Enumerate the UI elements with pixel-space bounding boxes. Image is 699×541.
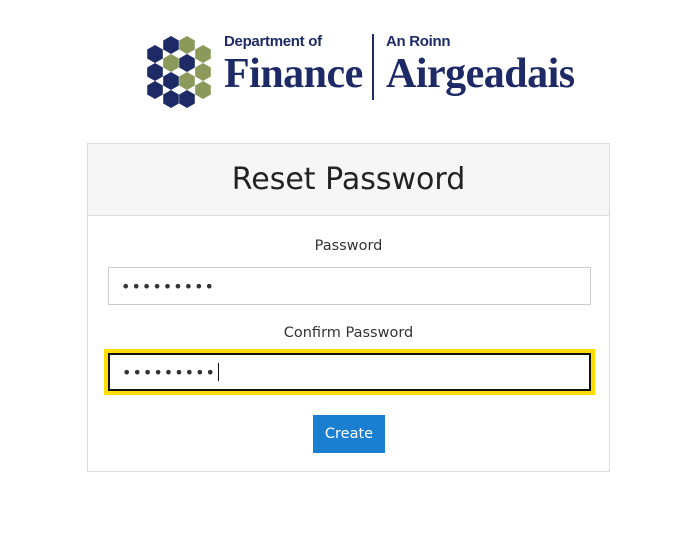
logo-english-big: Finance: [224, 51, 363, 97]
logo-irish-big: Airgeadais: [386, 51, 575, 97]
logo-irish-text: An Roinn Airgeadais: [386, 32, 575, 95]
confirm-password-input[interactable]: •••••••••: [104, 349, 595, 395]
department-logo: Department of Finance An Roinn Airgeadai…: [138, 32, 575, 116]
password-label: Password: [314, 238, 383, 254]
reset-password-card: Reset Password Password ••••••••• Confir…: [87, 143, 610, 472]
create-button[interactable]: Create: [313, 415, 385, 453]
logo-divider: [372, 34, 374, 100]
logo-english-small: Department of: [224, 33, 322, 50]
card-header: Reset Password: [88, 144, 609, 216]
logo-irish-small: An Roinn: [386, 33, 451, 50]
page-title: Reset Password: [231, 162, 466, 197]
confirm-password-label: Confirm Password: [283, 325, 414, 341]
hexagon-emblem-icon: [147, 36, 211, 108]
password-input[interactable]: •••••••••: [108, 267, 591, 305]
text-caret: [217, 363, 219, 381]
password-value: •••••••••: [121, 276, 215, 296]
logo-english-text: Department of Finance: [224, 32, 363, 95]
confirm-password-value: •••••••••: [122, 362, 216, 382]
